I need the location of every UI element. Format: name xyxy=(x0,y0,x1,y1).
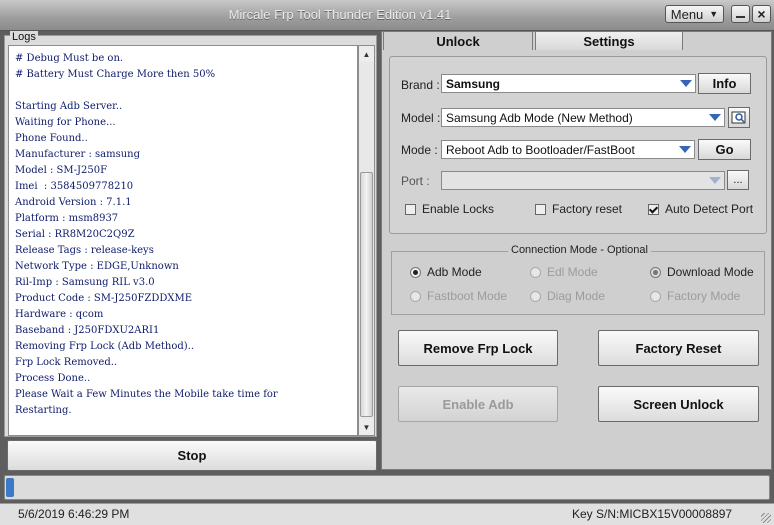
enable-adb-button[interactable]: Enable Adb xyxy=(398,386,558,422)
tab-settings[interactable]: Settings xyxy=(535,31,683,50)
stop-button[interactable]: Stop xyxy=(7,440,377,471)
radio-label: Adb Mode xyxy=(427,265,482,279)
chevron-down-icon xyxy=(707,111,722,124)
chevron-down-icon xyxy=(707,174,722,187)
search-model-button[interactable] xyxy=(728,107,750,128)
radio-diag-mode[interactable]: Diag Mode xyxy=(530,289,605,303)
progress-bar xyxy=(4,475,770,500)
window-title: Mircale Frp Tool Thunder Edition v1.41 xyxy=(228,7,452,22)
scroll-up-icon[interactable]: ▲ xyxy=(359,46,374,62)
go-button[interactable]: Go xyxy=(698,139,751,160)
chevron-down-icon xyxy=(678,77,693,90)
status-datetime: 5/6/2019 6:46:29 PM xyxy=(18,507,130,521)
mode-value: Reboot Adb to Bootloader/FastBoot xyxy=(446,142,635,157)
radio-label: Diag Mode xyxy=(547,289,606,303)
port-label: Port : xyxy=(401,174,430,188)
radio-icon xyxy=(650,266,661,278)
chevron-down-icon xyxy=(677,143,692,156)
enable-locks-checkbox[interactable]: Enable Locks xyxy=(405,202,494,216)
model-value: Samsung Adb Mode (New Method) xyxy=(446,110,633,125)
factory-reset-button[interactable]: Factory Reset xyxy=(598,330,759,366)
radio-icon xyxy=(410,290,421,302)
port-select[interactable] xyxy=(441,171,725,190)
radio-factory-mode[interactable]: Factory Mode xyxy=(650,289,740,303)
model-label: Model : xyxy=(401,111,441,125)
connection-mode-group xyxy=(391,251,765,315)
radio-download-mode[interactable]: Download Mode xyxy=(650,265,754,279)
log-scrollbar[interactable]: ▲ ▼ xyxy=(358,45,375,436)
radio-edl-mode[interactable]: Edl Mode xyxy=(530,265,598,279)
factory-reset-checkbox[interactable]: Factory reset xyxy=(535,202,622,216)
brand-value: Samsung xyxy=(446,76,501,91)
radio-label: Fastboot Mode xyxy=(427,289,508,303)
checkbox-checked-icon xyxy=(648,203,659,215)
menu-label: Menu xyxy=(670,6,704,22)
search-icon xyxy=(731,111,746,123)
mode-select[interactable]: Reboot Adb to Bootloader/FastBoot xyxy=(441,140,695,159)
status-key-serial: Key S/N:MICBX15V00008897 xyxy=(572,507,733,521)
status-bar: 5/6/2019 6:46:29 PM Key S/N:MICBX15V0000… xyxy=(0,503,774,525)
enable-locks-label: Enable Locks xyxy=(422,202,495,216)
brand-label: Brand : xyxy=(401,78,440,92)
menu-button[interactable]: Menu ▼ xyxy=(665,5,724,23)
brand-select[interactable]: Samsung xyxy=(441,74,696,93)
chevron-down-icon: ▼ xyxy=(709,9,719,19)
close-icon: × xyxy=(757,6,766,22)
radio-icon xyxy=(530,266,541,278)
progress-fill xyxy=(6,478,14,497)
scroll-down-icon[interactable]: ▼ xyxy=(359,419,374,435)
auto-detect-port-label: Auto Detect Port xyxy=(665,202,754,216)
radio-icon xyxy=(650,290,661,302)
logs-caption: Logs xyxy=(10,31,38,43)
remove-frp-lock-button[interactable]: Remove Frp Lock xyxy=(398,330,558,366)
tab-unlock[interactable]: Unlock xyxy=(383,31,533,50)
port-browse-button[interactable]: ... xyxy=(727,170,749,190)
log-text: # Debug Must be on. # Battery Must Charg… xyxy=(15,53,278,416)
radio-fastboot-mode[interactable]: Fastboot Mode xyxy=(410,289,507,303)
radio-label: Edl Mode xyxy=(547,265,598,279)
radio-icon xyxy=(530,290,541,302)
model-select[interactable]: Samsung Adb Mode (New Method) xyxy=(441,108,725,127)
radio-label: Download Mode xyxy=(667,265,754,279)
log-textarea[interactable]: # Debug Must be on. # Battery Must Charg… xyxy=(8,45,358,436)
factory-reset-label: Factory reset xyxy=(552,202,623,216)
radio-label: Factory Mode xyxy=(667,289,741,303)
radio-selected-icon xyxy=(410,266,421,278)
screen-unlock-button[interactable]: Screen Unlock xyxy=(598,386,759,422)
radio-adb-mode[interactable]: Adb Mode xyxy=(410,265,482,279)
minimize-icon xyxy=(736,16,745,18)
checkbox-icon xyxy=(405,203,416,215)
connection-mode-caption: Connection Mode - Optional xyxy=(508,244,651,256)
info-button[interactable]: Info xyxy=(698,73,751,94)
auto-detect-port-checkbox[interactable]: Auto Detect Port xyxy=(648,202,753,216)
checkbox-icon xyxy=(535,203,546,215)
mode-label: Mode : xyxy=(401,143,438,157)
scroll-thumb[interactable] xyxy=(360,172,373,417)
minimize-button[interactable] xyxy=(731,5,750,23)
close-button[interactable]: × xyxy=(752,5,771,23)
resize-grip-icon[interactable] xyxy=(761,513,771,523)
